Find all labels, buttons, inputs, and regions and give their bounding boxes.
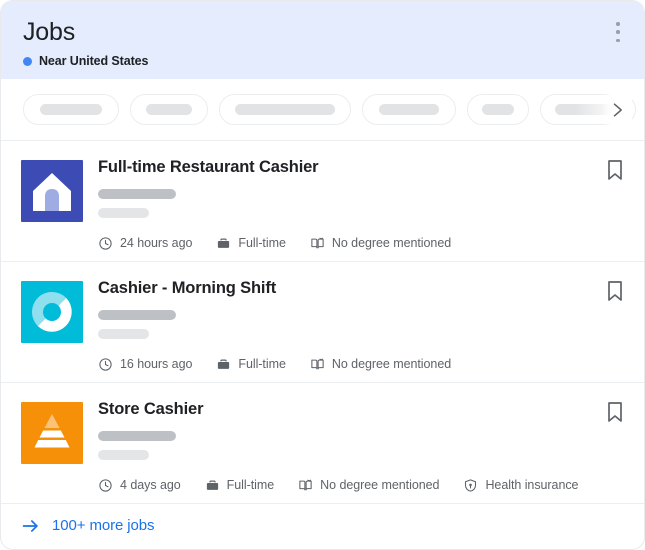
bookmark-outline-icon[interactable] [602,278,628,304]
donut-ring-logo [21,281,83,343]
job-details: Full-time Restaurant Cashier 24 hours ag… [98,156,624,261]
job-meta-posted: 24 hours ago [98,236,192,251]
clock-icon [98,478,113,493]
job-meta-degree: No degree mentioned [298,478,439,493]
school-book-icon [310,357,325,372]
job-meta-text: 24 hours ago [120,236,192,251]
company-skeleton-bar [98,189,176,199]
shield-health-icon [463,478,478,493]
jobs-header: Jobs Near United States [1,1,644,79]
page-title: Jobs [21,17,624,47]
more-jobs-label: 100+ more jobs [52,517,154,535]
jobs-widget-page: Jobs Near United States [0,0,645,550]
chip-skeleton-bar [235,104,335,115]
job-meta-type: Full-time [205,478,274,493]
bookmark-outline-icon[interactable] [602,399,628,425]
location-skeleton-bar [98,450,149,460]
chip-skeleton-bar [146,104,192,115]
job-title: Cashier - Morning Shift [98,278,624,299]
filter-chip-placeholder[interactable] [467,94,529,125]
job-meta-row: 16 hours ago Full-time No [98,357,624,372]
chip-skeleton-bar [482,104,514,115]
briefcase-icon [205,478,220,493]
job-details: Store Cashier 4 days ago [98,398,624,503]
more-jobs-link[interactable]: 100+ more jobs [1,503,644,549]
job-meta-row: 4 days ago Full-time No de [98,478,624,493]
jobs-card: Jobs Near United States [0,0,645,550]
job-meta-row: 24 hours ago Full-time No [98,236,624,251]
school-book-icon [298,478,313,493]
job-meta-text: 16 hours ago [120,357,192,372]
job-meta-posted: 16 hours ago [98,357,192,372]
job-meta-type: Full-time [216,236,285,251]
job-meta-type: Full-time [216,357,285,372]
job-meta-text: Full-time [238,236,285,251]
job-list-item[interactable]: Full-time Restaurant Cashier 24 hours ag… [1,141,644,262]
job-title: Store Cashier [98,399,624,420]
filter-chip-placeholder[interactable] [130,94,208,125]
chevron-right-icon[interactable] [602,79,632,140]
filter-chip-placeholder[interactable] [23,94,119,125]
location-row: Near United States [21,54,624,68]
bookmark-outline-icon[interactable] [602,157,628,183]
chip-skeleton-bar [40,104,102,115]
location-label: Near United States [39,54,148,68]
job-meta-degree: No degree mentioned [310,236,451,251]
jobs-list: Full-time Restaurant Cashier 24 hours ag… [1,141,644,503]
house-logo [21,160,83,222]
clock-icon [98,357,113,372]
school-book-icon [310,236,325,251]
more-vert-icon[interactable] [606,19,630,45]
filter-chip-placeholder[interactable] [219,94,351,125]
arrow-right-icon [21,516,41,536]
job-meta-text: Full-time [238,357,285,372]
location-skeleton-bar [98,329,149,339]
briefcase-icon [216,357,231,372]
job-meta-text: No degree mentioned [320,478,439,493]
job-meta-benefit: Health insurance [463,478,578,493]
job-meta-text: No degree mentioned [332,236,451,251]
location-dot-icon [23,57,32,66]
job-meta-text: No degree mentioned [332,357,451,372]
company-skeleton-bar [98,431,176,441]
job-list-item[interactable]: Store Cashier 4 days ago [1,383,644,504]
job-list-item[interactable]: Cashier - Morning Shift 16 hours ago [1,262,644,383]
briefcase-icon [216,236,231,251]
job-meta-degree: No degree mentioned [310,357,451,372]
job-title: Full-time Restaurant Cashier [98,157,624,178]
location-skeleton-bar [98,208,149,218]
chip-skeleton-bar [379,104,439,115]
job-meta-text: Health insurance [485,478,578,493]
job-details: Cashier - Morning Shift 16 hours ago [98,277,624,382]
clock-icon [98,236,113,251]
job-meta-posted: 4 days ago [98,478,181,493]
pyramid-logo [21,402,83,464]
filter-chip-placeholder[interactable] [362,94,456,125]
job-meta-text: Full-time [227,478,274,493]
job-meta-text: 4 days ago [120,478,181,493]
company-skeleton-bar [98,310,176,320]
filter-chips-bar [1,79,644,141]
